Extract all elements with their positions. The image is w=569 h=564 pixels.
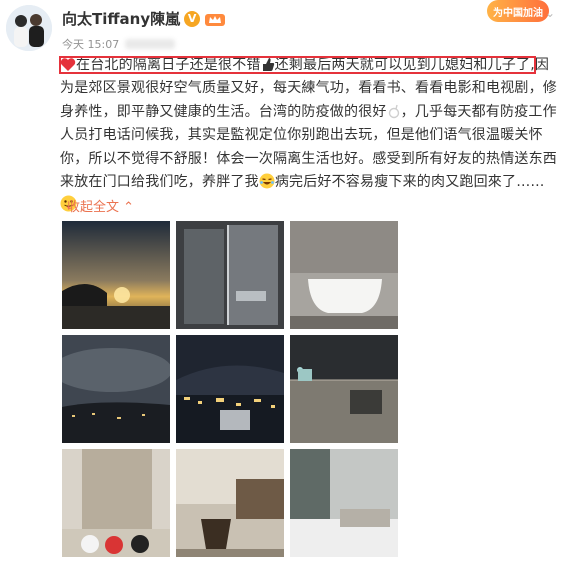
- photo-sunset-bay[interactable]: [62, 221, 170, 329]
- post-time: 今天 15:07: [62, 38, 120, 51]
- thumbs-up-icon: [262, 58, 274, 71]
- red-heart-icon: [60, 58, 76, 71]
- blurred-source: [125, 39, 176, 49]
- topic-badge[interactable]: 为中国加油: [487, 0, 549, 22]
- collapse-text-button[interactable]: 收起全文 ⌃: [67, 196, 134, 215]
- verified-badge-icon: V: [184, 10, 201, 27]
- photo-night-city-lights[interactable]: [176, 335, 284, 443]
- avatar[interactable]: [6, 5, 52, 51]
- ok-hand-icon: [388, 104, 399, 119]
- highlighted-text-box: 在台北的隔离日子还是很不错 还剩最后两天就可以见到儿媳妇和儿子了,: [59, 56, 536, 74]
- photo-living-room-chairs[interactable]: [62, 449, 170, 557]
- chevron-up-icon: ⌃: [123, 200, 135, 215]
- highlighted-text: 在台北的隔离日子还是很不错: [76, 57, 261, 73]
- post-text-3: 病完后好不容易瘦下来的肉又跑回來了……: [274, 174, 545, 191]
- laugh-cry-icon: [259, 173, 275, 189]
- post-meta: 今天 15:07: [62, 36, 176, 52]
- photo-dining-lounge[interactable]: [176, 449, 284, 557]
- collapse-label: 收起全文: [67, 200, 120, 215]
- photo-balcony-terrace[interactable]: [290, 335, 398, 443]
- chevron-down-icon[interactable]: ⌄: [545, 6, 555, 20]
- highlighted-text-2: 还剩最后两天就可以见到儿媳妇和儿子了,: [274, 57, 535, 73]
- photo-bathtub[interactable]: [290, 221, 398, 329]
- photo-night-clouds[interactable]: [62, 335, 170, 443]
- author-name[interactable]: 向太Tiffany陳嵐: [62, 8, 180, 29]
- crown-icon: [205, 13, 226, 26]
- photo-glass-shower[interactable]: [176, 221, 284, 329]
- photo-bedroom-window[interactable]: [290, 449, 398, 557]
- post-header: 向太Tiffany陳嵐 V 今天 15:07 为中国加油 ⌄: [0, 0, 569, 56]
- post-content: 在台北的隔离日子还是很不错 还剩最后两天就可以见到儿媳妇和儿子了,因为是郊区景观很…: [59, 54, 558, 218]
